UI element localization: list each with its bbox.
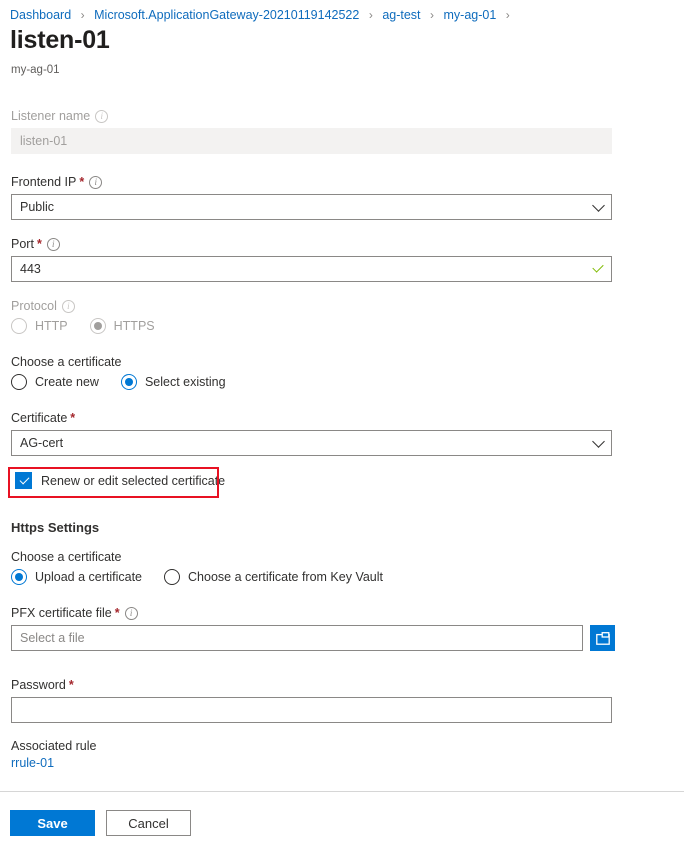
protocol-label: Protocol i [11, 298, 673, 314]
page-title: listen-01 [10, 26, 110, 55]
cancel-button[interactable]: Cancel [106, 810, 191, 836]
required-asterisk: * [69, 677, 74, 693]
associated-rule-link[interactable]: rrule-01 [11, 756, 54, 770]
password-label: Password * [11, 677, 673, 693]
breadcrumb-item-deployment[interactable]: Microsoft.ApplicationGateway-20210119142… [94, 8, 359, 22]
protocol-radio-group: HTTP HTTPS [11, 318, 673, 334]
breadcrumb: Dashboard › Microsoft.ApplicationGateway… [10, 7, 516, 23]
https-option-key-vault[interactable]: Choose a certificate from Key Vault [164, 569, 383, 585]
choose-certificate-radio-group: Create new Select existing [11, 374, 673, 390]
radio-icon [164, 569, 180, 585]
listener-name-label-text: Listener name [11, 108, 90, 124]
certificate-select-wrap [11, 430, 612, 456]
form-actions: Save Cancel [10, 810, 191, 836]
required-asterisk: * [79, 174, 84, 190]
frontend-ip-select-wrap [11, 194, 612, 220]
required-asterisk: * [115, 605, 120, 621]
page-subtitle: my-ag-01 [11, 64, 60, 76]
checkbox-checked-icon [15, 472, 32, 489]
info-icon[interactable]: i [95, 110, 108, 123]
password-label-text: Password [11, 677, 66, 693]
renew-certificate-checkbox-label: Renew or edit selected certificate [41, 474, 225, 488]
listener-form: Listener name i Frontend IP * i Port * i [11, 108, 673, 772]
certificate-label: Certificate * [11, 410, 673, 426]
listener-edit-page: Dashboard › Microsoft.ApplicationGateway… [0, 0, 684, 848]
associated-rule-label: Associated rule [11, 739, 673, 753]
radio-icon [11, 318, 27, 334]
pfx-file-browse-button[interactable] [590, 625, 615, 651]
https-choose-certificate-radio-group: Upload a certificate Choose a certificat… [11, 569, 673, 585]
info-icon[interactable]: i [62, 300, 75, 313]
https-option-upload-certificate[interactable]: Upload a certificate [11, 569, 142, 585]
radio-selected-icon [11, 569, 27, 585]
https-choose-certificate-label: Choose a certificate [11, 549, 673, 565]
required-asterisk: * [70, 410, 75, 426]
protocol-option-http: HTTP [11, 318, 68, 334]
radio-selected-icon [121, 374, 137, 390]
certificate-select[interactable] [11, 430, 612, 456]
breadcrumb-item-dashboard[interactable]: Dashboard [10, 8, 71, 22]
info-icon[interactable]: i [125, 607, 138, 620]
certificate-option-create-new[interactable]: Create new [11, 374, 99, 390]
port-label: Port * i [11, 236, 673, 252]
protocol-option-https-label: HTTPS [114, 319, 155, 333]
port-label-text: Port [11, 236, 34, 252]
protocol-option-http-label: HTTP [35, 319, 68, 333]
certificate-option-select-existing[interactable]: Select existing [121, 374, 226, 390]
radio-icon [11, 374, 27, 390]
breadcrumb-item-gateway[interactable]: my-ag-01 [444, 8, 497, 22]
frontend-ip-select[interactable] [11, 194, 612, 220]
https-option-upload-certificate-label: Upload a certificate [35, 570, 142, 584]
choose-certificate-label-text: Choose a certificate [11, 354, 121, 370]
required-asterisk: * [37, 236, 42, 252]
radio-selected-icon [90, 318, 106, 334]
save-button[interactable]: Save [10, 810, 95, 836]
frontend-ip-label: Frontend IP * i [11, 174, 673, 190]
renew-certificate-checkbox[interactable]: Renew or edit selected certificate [15, 472, 225, 489]
password-input[interactable] [11, 697, 612, 723]
https-settings-heading: Https Settings [11, 520, 673, 535]
listener-name-label: Listener name i [11, 108, 673, 124]
footer-divider [0, 791, 684, 792]
port-input-wrap [11, 256, 612, 282]
port-input[interactable] [11, 256, 612, 282]
certificate-option-select-existing-label: Select existing [145, 375, 226, 389]
info-icon[interactable]: i [89, 176, 102, 189]
breadcrumb-item-resource-group[interactable]: ag-test [382, 8, 420, 22]
listener-name-input [11, 128, 612, 154]
pfx-file-input[interactable] [11, 625, 583, 651]
certificate-label-text: Certificate [11, 410, 67, 426]
breadcrumb-separator-icon: › [81, 8, 85, 22]
breadcrumb-separator-icon: › [506, 8, 510, 22]
certificate-option-create-new-label: Create new [35, 375, 99, 389]
protocol-label-text: Protocol [11, 298, 57, 314]
breadcrumb-separator-icon: › [369, 8, 373, 22]
frontend-ip-label-text: Frontend IP [11, 174, 76, 190]
folder-icon [596, 632, 610, 645]
https-choose-certificate-label-text: Choose a certificate [11, 549, 121, 565]
pfx-file-label: PFX certificate file * i [11, 605, 673, 621]
pfx-file-label-text: PFX certificate file [11, 605, 112, 621]
choose-certificate-label: Choose a certificate [11, 354, 673, 370]
info-icon[interactable]: i [47, 238, 60, 251]
pfx-file-row [11, 625, 673, 651]
https-option-key-vault-label: Choose a certificate from Key Vault [188, 570, 383, 584]
breadcrumb-separator-icon: › [430, 8, 434, 22]
protocol-option-https: HTTPS [90, 318, 155, 334]
